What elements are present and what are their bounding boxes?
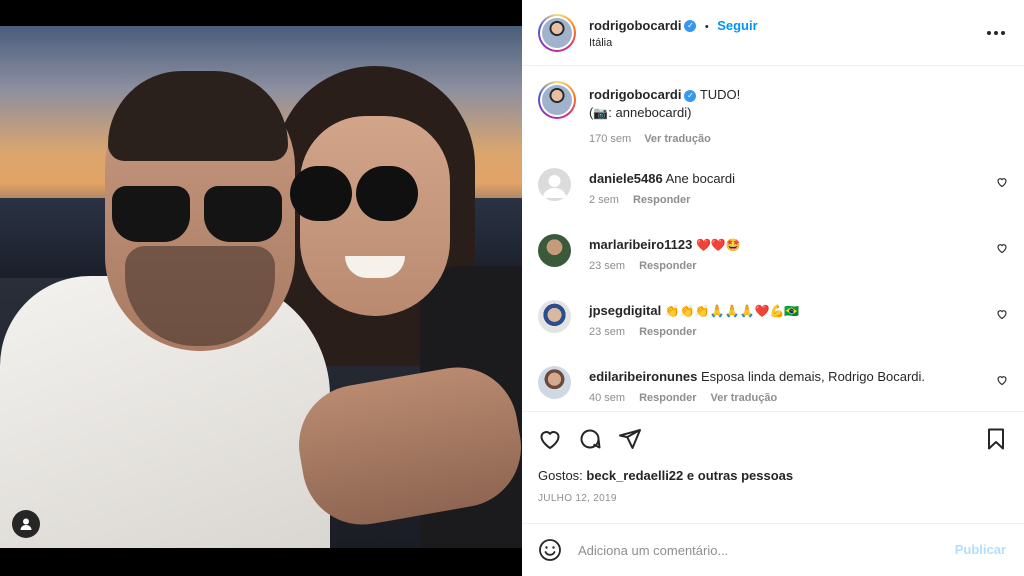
bookmark-icon[interactable] xyxy=(984,427,1008,451)
post-media xyxy=(0,0,522,576)
post-date[interactable]: JULHO 12, 2019 xyxy=(538,493,617,504)
reply-button[interactable]: Responder xyxy=(639,392,696,404)
caption-time[interactable]: 170 sem xyxy=(589,133,631,145)
separator: • xyxy=(704,21,709,33)
publish-button[interactable]: Publicar xyxy=(955,542,1006,557)
comment-like-icon[interactable] xyxy=(996,242,1008,254)
comment-icon[interactable] xyxy=(578,427,602,451)
comment-like-icon[interactable] xyxy=(996,374,1008,386)
caption-avatar[interactable] xyxy=(538,81,576,119)
man-hair xyxy=(108,71,288,161)
comment-username[interactable]: daniele5486 xyxy=(589,171,663,186)
caption-line2-suffix: : annebocardi) xyxy=(608,105,692,120)
author-username[interactable]: rodrigobocardi xyxy=(589,18,681,33)
caption-username[interactable]: rodrigobocardi xyxy=(589,87,681,102)
comment-item: marlaribeiro1123 ❤️❤️🤩 23 sem Responder xyxy=(522,234,1024,294)
post-actions: Gostos: beck_redaelli22 e outras pessoas… xyxy=(522,411,1024,523)
emoji-icon[interactable] xyxy=(538,538,562,562)
likes-user[interactable]: beck_redaelli22 xyxy=(586,468,683,483)
caption-text: TUDO! xyxy=(699,87,741,102)
post-panel: rodrigobocardi ✓ • Seguir Itália rodrigob… xyxy=(522,0,1024,576)
more-options-icon[interactable] xyxy=(986,20,1006,41)
comment-item: daniele5486 Ane bocardi 2 sem Responder xyxy=(522,168,1024,228)
likes-prefix: Gostos: xyxy=(538,468,583,483)
camera-emoji: 📷 xyxy=(593,106,609,120)
comment-text: ❤️❤️🤩 xyxy=(695,238,741,252)
comment-like-icon[interactable] xyxy=(996,308,1008,320)
comment-time[interactable]: 40 sem xyxy=(589,392,625,404)
likes-summary: Gostos: beck_redaelli22 e outras pessoas xyxy=(538,468,793,483)
verified-icon: ✓ xyxy=(684,19,697,32)
user-tag-icon[interactable] xyxy=(12,510,40,538)
reply-button[interactable]: Responder xyxy=(639,326,696,338)
comment-avatar[interactable] xyxy=(538,366,571,399)
reply-button[interactable]: Responder xyxy=(639,260,696,272)
man-sunglasses xyxy=(112,186,287,248)
post-photo[interactable] xyxy=(0,26,522,548)
comment-like-icon[interactable] xyxy=(996,176,1008,188)
comment-username[interactable]: jpsegdigital xyxy=(589,303,661,318)
caption-translate-link[interactable]: Ver tradução xyxy=(644,133,711,145)
author-avatar[interactable] xyxy=(538,14,576,52)
woman-sunglasses xyxy=(290,166,420,226)
post-header: rodrigobocardi ✓ • Seguir Itália xyxy=(522,0,1024,66)
heart-icon[interactable] xyxy=(538,427,562,451)
comment-text: Esposa linda demais, Rodrigo Bocardi. xyxy=(701,369,926,384)
reply-button[interactable]: Responder xyxy=(633,194,690,206)
comment-avatar[interactable] xyxy=(538,300,571,333)
comment-avatar[interactable] xyxy=(538,168,571,201)
comment-text: Ane bocardi xyxy=(665,171,736,186)
comment-translate-link[interactable]: Ver tradução xyxy=(711,392,778,404)
comment-time[interactable]: 23 sem xyxy=(589,260,625,272)
comment-input[interactable] xyxy=(578,540,938,560)
comment-username[interactable]: edilaribeironunes xyxy=(589,369,697,384)
post-location[interactable]: Itália xyxy=(589,37,612,49)
comment-item: jpsegdigital 👏👏👏🙏🙏🙏❤️💪🇧🇷 23 sem Responder xyxy=(522,300,1024,360)
comment-text: 👏👏👏🙏🙏🙏❤️💪🇧🇷 xyxy=(664,304,800,318)
comment-time[interactable]: 23 sem xyxy=(589,326,625,338)
follow-button[interactable]: Seguir xyxy=(717,18,757,33)
share-icon[interactable] xyxy=(618,427,642,451)
comment-username[interactable]: marlaribeiro1123 xyxy=(589,237,692,252)
verified-icon: ✓ xyxy=(684,89,697,102)
comment-avatar[interactable] xyxy=(538,234,571,267)
comment-time[interactable]: 2 sem xyxy=(589,194,619,206)
add-comment-bar: Publicar xyxy=(522,523,1024,576)
likes-suffix[interactable]: e outras pessoas xyxy=(687,468,793,483)
